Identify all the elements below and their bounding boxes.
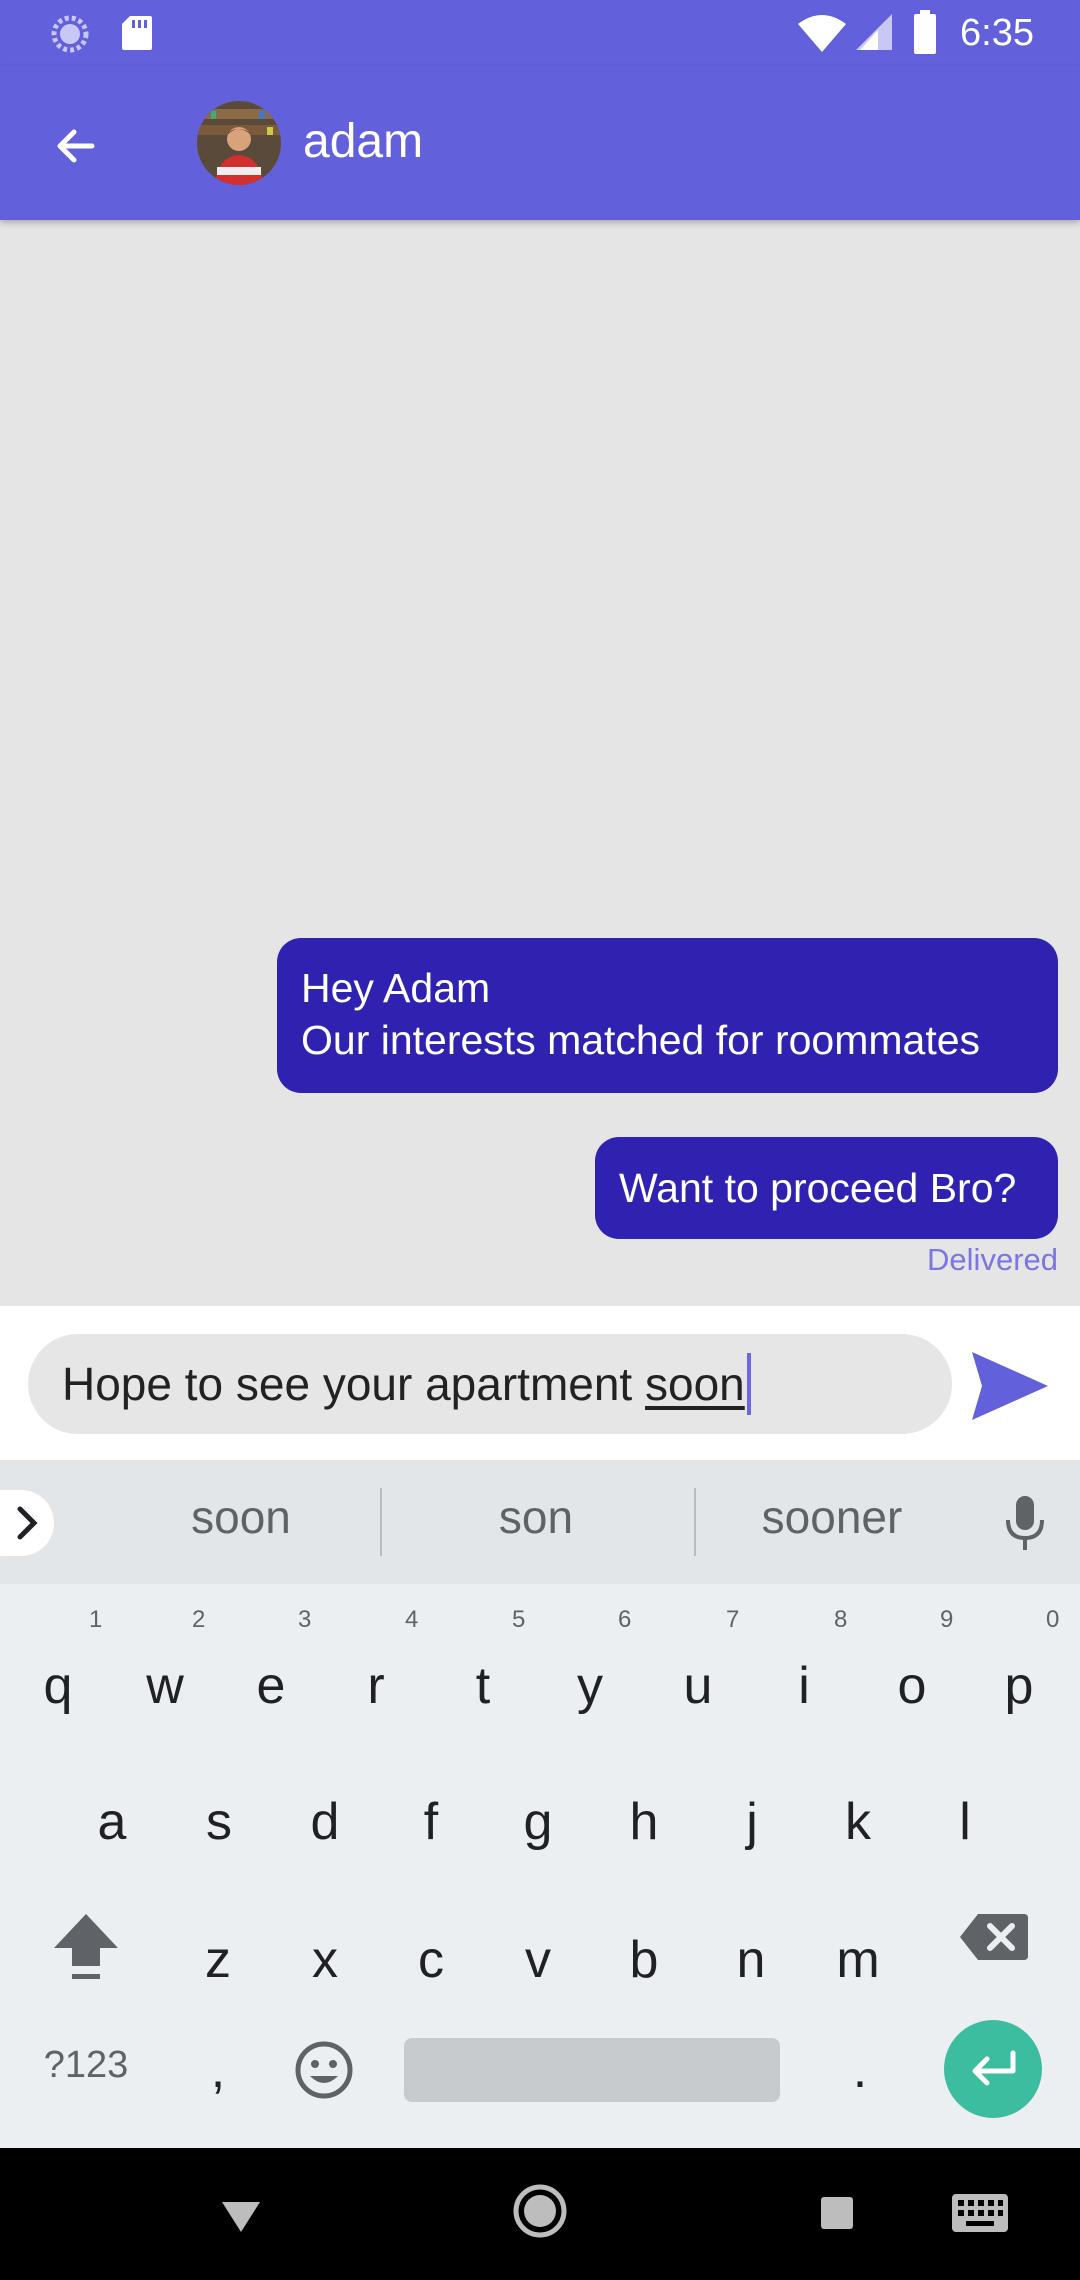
key-hint: 6 (618, 1606, 632, 1633)
key-y[interactable]: y (540, 1656, 640, 1716)
shift-key[interactable] (48, 1908, 124, 1988)
home-circle-icon (513, 2184, 567, 2238)
key-q[interactable]: q (8, 1656, 108, 1716)
status-time: 6:35 (960, 12, 1034, 54)
key-e[interactable]: e (221, 1656, 321, 1716)
message-bubble[interactable]: Want to proceed Bro? (595, 1137, 1058, 1239)
app-bar: adam (0, 66, 1080, 220)
key-hint: 3 (298, 1606, 312, 1633)
key-hint: 8 (834, 1606, 848, 1633)
key-m[interactable]: m (808, 1930, 908, 1990)
key-p[interactable]: p (969, 1656, 1069, 1716)
sd-card-icon (122, 16, 152, 50)
profile-photo (197, 101, 281, 185)
key-hint: 7 (726, 1606, 740, 1633)
key-hint: 1 (89, 1606, 103, 1633)
key-s[interactable]: s (169, 1792, 269, 1852)
key-v[interactable]: v (488, 1930, 588, 1990)
text-cursor (746, 1353, 751, 1415)
message-input[interactable]: Hope to see your apartment soon (28, 1334, 952, 1434)
voice-input-button[interactable] (1000, 1492, 1050, 1556)
key-hint: 2 (192, 1606, 206, 1633)
nav-recents-button[interactable] (818, 2194, 856, 2232)
composing-word: soon (645, 1358, 745, 1410)
message-bubble[interactable]: Hey Adam Our interests matched for roomm… (277, 938, 1058, 1093)
key-j[interactable]: j (702, 1792, 802, 1852)
backspace-icon (960, 1914, 1028, 1960)
key-r[interactable]: r (326, 1656, 426, 1716)
symbols-key[interactable]: ?123 (36, 2044, 136, 2087)
keyboard-switch-button[interactable] (950, 2192, 1010, 2234)
key-hint: 0 (1046, 1606, 1060, 1633)
key-comma[interactable]: , (168, 2040, 268, 2100)
key-c[interactable]: c (381, 1930, 481, 1990)
loading-icon (51, 15, 89, 53)
key-hint: 9 (940, 1606, 954, 1633)
chevron-right-icon (17, 1506, 38, 1540)
signal-icon (856, 14, 892, 50)
suggestion-1[interactable]: soon (111, 1490, 371, 1544)
wifi-icon (798, 15, 846, 52)
expand-suggestions-button[interactable] (0, 1490, 54, 1556)
key-hint: 4 (405, 1606, 419, 1633)
avatar[interactable] (197, 101, 281, 185)
delivery-status: Delivered (927, 1242, 1058, 1277)
emoji-key[interactable] (294, 2040, 354, 2100)
key-l[interactable]: l (915, 1792, 1015, 1852)
mic-icon (1006, 1496, 1044, 1550)
status-bar: 6:35 (0, 0, 1080, 66)
key-i[interactable]: i (754, 1656, 854, 1716)
key-n[interactable]: n (701, 1930, 801, 1990)
backspace-key[interactable] (958, 1904, 1030, 1970)
suggestion-divider (694, 1488, 696, 1556)
send-icon (972, 1352, 1048, 1420)
suggestion-3[interactable]: sooner (702, 1490, 962, 1544)
arrow-left-icon (57, 129, 95, 163)
key-hint: 5 (512, 1606, 526, 1633)
battery-icon (914, 10, 936, 54)
keyboard: soon son sooner q w e r t y u i o p 1 2 … (0, 1460, 1080, 2148)
message-line: Hey Adam (301, 965, 491, 1011)
nav-home-button[interactable] (511, 2182, 569, 2240)
message-list[interactable]: Hey Adam Our interests matched for roomm… (0, 220, 1080, 1306)
message-line: Our interests matched for roommates (301, 1017, 981, 1063)
key-b[interactable]: b (594, 1930, 694, 1990)
key-t[interactable]: t (433, 1656, 533, 1716)
keyboard-icon (952, 2194, 1008, 2232)
key-k[interactable]: k (808, 1792, 908, 1852)
message-line: Want to proceed Bro? (619, 1165, 1017, 1211)
key-f[interactable]: f (381, 1792, 481, 1852)
key-h[interactable]: h (594, 1792, 694, 1852)
key-g[interactable]: g (488, 1792, 588, 1852)
navigation-bar (0, 2148, 1080, 2280)
key-w[interactable]: w (115, 1656, 215, 1716)
suggestion-strip: soon son sooner (0, 1460, 1080, 1584)
composer-bar: Hope to see your apartment soon (0, 1306, 1080, 1460)
key-u[interactable]: u (648, 1656, 748, 1716)
key-o[interactable]: o (862, 1656, 962, 1716)
send-button[interactable] (968, 1344, 1058, 1434)
key-period[interactable]: . (810, 2040, 910, 2100)
key-d[interactable]: d (275, 1792, 375, 1852)
back-button[interactable] (40, 110, 112, 182)
triangle-down-icon (222, 2202, 260, 2232)
input-text: Hope to see your apartment (62, 1358, 645, 1410)
suggestion-2[interactable]: son (406, 1490, 666, 1544)
key-a[interactable]: a (62, 1792, 162, 1852)
enter-icon (972, 2050, 1016, 2086)
nav-back-button[interactable] (216, 2190, 266, 2240)
shift-icon (54, 1914, 118, 1979)
space-key[interactable] (404, 2038, 780, 2102)
key-z[interactable]: z (168, 1930, 268, 1990)
emoji-icon (295, 2041, 353, 2099)
enter-key[interactable] (944, 2020, 1042, 2118)
contact-name[interactable]: adam (303, 112, 423, 172)
square-icon (821, 2197, 853, 2229)
key-x[interactable]: x (275, 1930, 375, 1990)
suggestion-divider (380, 1488, 382, 1556)
